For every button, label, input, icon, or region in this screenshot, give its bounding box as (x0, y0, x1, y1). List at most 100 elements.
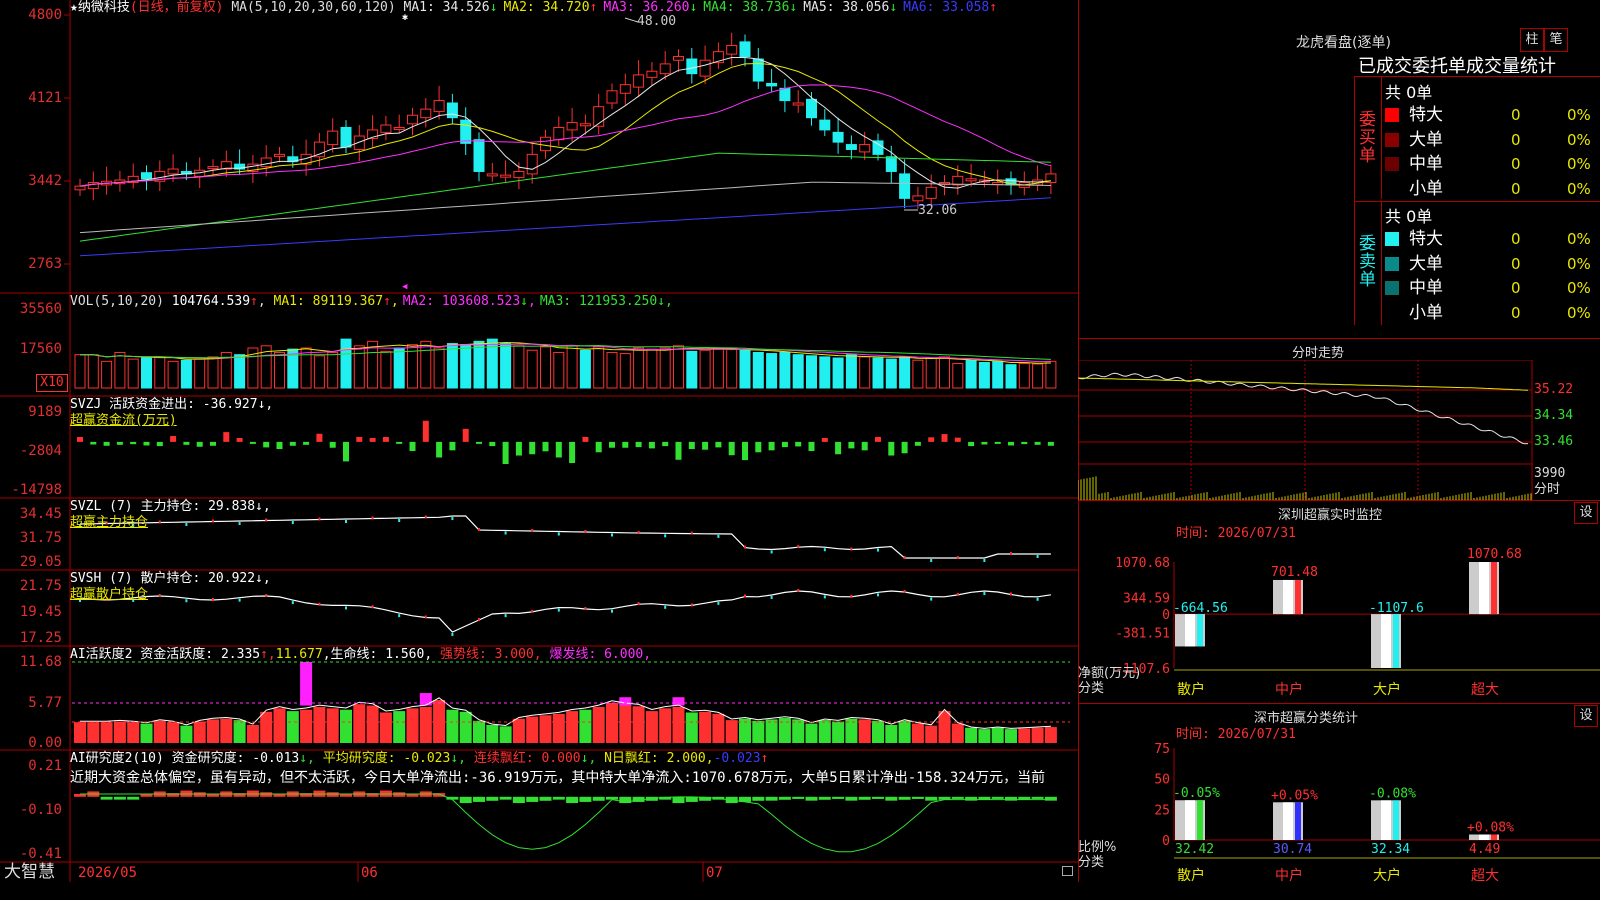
candle-body (393, 126, 405, 130)
svzj-bar (502, 441, 509, 464)
ai-activity-bar (87, 722, 100, 743)
svzj-bar (249, 441, 256, 444)
dragon-row-4: 小单 0 0% (1409, 178, 1591, 199)
indicator-dot (531, 609, 534, 613)
indicator-dot (877, 548, 879, 552)
right-panel: 龙虎看盘(逐单) 柱 笔 已成交委托单成交量统计 委买单 共 0单 特大 0 0% 大… (1078, 0, 1600, 900)
svzj-bar (263, 441, 270, 448)
vol-unit-button[interactable]: X10 (36, 374, 68, 392)
vol-axis-35560: 35560 (19, 301, 62, 317)
candle-body (420, 108, 432, 119)
classify-category: 超大 (1471, 868, 1499, 884)
buy-total: 共 0单 (1385, 83, 1433, 102)
volume-bar (433, 347, 445, 389)
ai-activity-bar (100, 722, 113, 743)
classify-value-label: 30.74 (1273, 842, 1312, 857)
ai-spike (619, 697, 632, 706)
ai-research-bar (473, 796, 485, 802)
volume-bar (300, 347, 312, 389)
ai-research-bar (951, 796, 964, 799)
svzj-bar (768, 441, 775, 451)
volume-bar (792, 354, 804, 389)
ai-activity-bar (353, 704, 366, 743)
indicator-dot (744, 545, 746, 549)
classify-axis-label: 50 (1154, 773, 1170, 788)
volume-bar (925, 357, 937, 389)
bar-mode-button[interactable]: 柱 (1520, 28, 1544, 52)
indicator-dot (797, 589, 800, 593)
indicator-dot (611, 609, 613, 613)
marker-star-icon: ✱ (402, 12, 409, 23)
indicator-dot (424, 515, 427, 519)
lock-icon[interactable] (1062, 866, 1073, 876)
candle-body (87, 181, 99, 190)
svzj-bar (343, 441, 349, 462)
svzj-bar (156, 441, 163, 447)
candle-body (407, 114, 418, 125)
svzj-bar (609, 441, 615, 448)
monitor-settings-button[interactable]: 设 (1574, 502, 1598, 524)
ai-activity-bar (911, 723, 924, 743)
svzj-bar (1047, 441, 1054, 446)
svzj-bar (369, 437, 376, 442)
volume-bar (806, 355, 817, 389)
indicator-dot (797, 545, 800, 549)
ai-activity-bar (393, 711, 406, 743)
indicator-dot (557, 608, 560, 612)
candle-body (726, 45, 738, 55)
ai-activity-bar (446, 709, 459, 743)
vol-axis-17560: 17560 (19, 341, 62, 357)
candle-body (553, 126, 565, 141)
monitor-category: 散户 (1177, 681, 1205, 698)
ai-activity-bar (712, 713, 725, 743)
ai-activity-bar (725, 720, 738, 743)
classify-settings-button[interactable]: 设 (1574, 705, 1598, 727)
indicator-dot (451, 517, 454, 520)
indicator-dot (611, 533, 613, 537)
svzj-bar (808, 441, 815, 451)
classify-category: 散户 (1177, 867, 1205, 884)
pen-mode-button[interactable]: 笔 (1544, 28, 1568, 52)
svzl-axis-1: 34.45 (19, 506, 62, 522)
ai-research-bar (193, 792, 206, 797)
classify-axis-label: 75 (1154, 742, 1170, 757)
volume-bar (207, 356, 219, 389)
dragon-row-1: 特大 0 0% (1385, 227, 1600, 251)
svzj-bar (449, 441, 456, 451)
svzj-bar (396, 441, 403, 444)
monitor-bar-label: 701.48 (1271, 565, 1318, 580)
intraday-chart[interactable] (1078, 360, 1600, 500)
ai-spike (300, 662, 313, 706)
main-chart-area[interactable]: ★纳微科技(日线，前复权) MA(5,10,20,30,60,120) MA1:… (0, 0, 1079, 882)
volume-bar (872, 357, 884, 389)
svzj-bar (422, 420, 429, 442)
volume-bar (101, 360, 113, 389)
candle-body (912, 195, 924, 202)
candle-body (380, 124, 392, 133)
sell-total: 共 0单 (1385, 207, 1433, 226)
main-chart-svg[interactable] (0, 0, 1078, 882)
ai-activity-bar (74, 722, 86, 743)
classify-chart: 75 50 25 0 -0.05% 32.42 散户 +0.05% 30.74 中户 -0.08% 3… (1154, 742, 1600, 884)
svzj-bar (848, 441, 855, 449)
monitor-bar-edge (1295, 579, 1301, 615)
monitor-category: 超大 (1471, 682, 1499, 698)
vol-header: VOL(5,10,20) 104764.539↑, MA1: 89119.367… (70, 294, 673, 309)
ai-research-line (80, 793, 1051, 853)
candlestick-series (74, 32, 1057, 209)
ai-activity-header: AI活跃度2 资金活跃度: 2.335↑,11.677,生命线: 1.560, … (70, 647, 652, 662)
svzj-bar (622, 441, 629, 448)
volume-bar (859, 356, 871, 389)
ai-research-bar (898, 796, 911, 800)
indicator-dot (983, 592, 986, 596)
vol-ma-value-2: MA2: 103608.523↓, (402, 294, 536, 309)
volume-bar (712, 347, 724, 389)
intraday-vol: 3990 (1534, 466, 1566, 481)
ai-activity-bar (1005, 729, 1017, 743)
indicator-dot (877, 593, 879, 597)
volume-bar (659, 347, 671, 389)
svzj-bar (409, 441, 416, 451)
dragon-row-3: 中单 0 0% (1385, 152, 1600, 176)
ai-activity-bar (951, 723, 964, 743)
svzj-bar (662, 441, 669, 447)
